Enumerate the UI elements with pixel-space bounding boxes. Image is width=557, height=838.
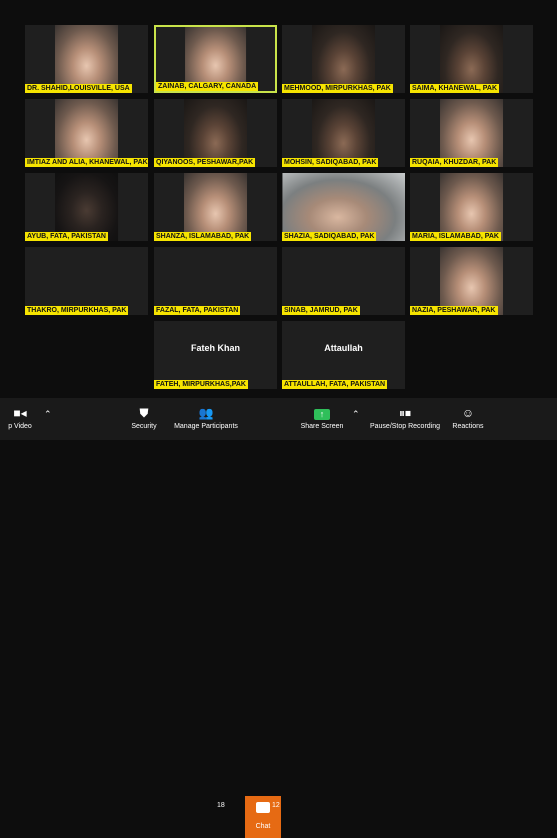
participant-name-label: AYUB, FATA, PAKISTAN [25,232,108,241]
participant-tile[interactable]: MEHMOOD, MIRPURKHAS, PAK [282,25,405,93]
participant-name-label: MOHSIN, SADIQABAD, PAK [282,158,379,167]
manage-participants-label: Manage Participants [174,423,238,430]
participant-name-label: NAZIA, PESHAWAR, PAK [410,306,498,315]
participant-name-label: ATTAULLAH, FATA, PAKISTAN [282,380,388,389]
share-screen-button[interactable]: ↑ Share Screen [294,398,350,440]
smiley-plus-icon: ☺ [461,406,475,420]
participant-tile[interactable]: MOHSIN, SADIQABAD, PAK [282,99,405,167]
video-camera-icon: ■◂ [13,406,27,420]
participant-tile[interactable]: MARIA, ISLAMABAD, PAK [410,173,533,241]
participant-tile[interactable]: DR. SHAHID,LOUISVILLE, USA [25,25,148,93]
participant-tile[interactable]: QIYANOOS, PESHAWAR,PAK [154,99,277,167]
participant-tile[interactable]: IMTIAZ AND ALIA, KHANEWAL, PAK [25,99,148,167]
share-screen-label: Share Screen [300,423,344,430]
share-screen-icon: ↑ [294,406,350,420]
participant-name-label: FAZAL, FATA, PAKISTAN [154,306,241,315]
participant-display-name: Fateh Khan [190,343,240,353]
participant-name-label: MARIA, ISLAMABAD, PAK [410,232,501,241]
participant-name-label: FATEH, MIRPURKHAS,PAK [154,380,248,389]
pause-stop-icon: ⏸⏹ [398,406,411,420]
manage-participants-button[interactable]: 👥 Manage Participants [170,398,242,440]
participant-name-label: SINAB, JAMRUD, PAK [282,306,360,315]
security-label: Security [131,423,157,430]
participant-display-name: Attaullah [324,343,363,353]
reactions-button[interactable]: ☺ Reactions [448,398,488,440]
participant-tile[interactable]: AYUB, FATA, PAKISTAN [25,173,148,241]
participant-name-label: ZAINAB, CALGARY, CANADA [156,82,259,91]
participant-tile[interactable]: SHANZA, ISLAMABAD, PAK [154,173,277,241]
chat-count-badge: 12 [272,802,280,809]
participant-tile[interactable]: Attaullah ATTAULLAH, FATA, PAKISTAN [282,321,405,389]
meeting-toolbar: ■◂ p Video ⌃ ⛊ Security 👥 Manage Partici… [0,398,557,838]
shield-icon: ⛊ [139,406,149,420]
participant-name-label: SHAZIA, SADIQABAD, PAK [282,232,377,241]
video-options-caret-icon[interactable]: ⌃ [44,409,52,420]
participant-tile[interactable]: SAIMA, KHANEWAL, PAK [410,25,533,93]
participant-name-label: SHANZA, ISLAMABAD, PAK [154,232,252,241]
participant-tile[interactable]: THAKRO, MIRPURKHAS, PAK [25,247,148,315]
pause-stop-recording-button[interactable]: ⏸⏹ Pause/Stop Recording [366,398,444,440]
stop-video-button[interactable]: ■◂ p Video [0,398,40,440]
participant-tile-active-speaker[interactable]: ZAINAB, CALGARY, CANADA [154,25,277,93]
share-options-caret-icon[interactable]: ⌃ [352,409,360,420]
participant-name-label: DR. SHAHID,LOUISVILLE, USA [25,84,132,93]
participant-name-label: IMTIAZ AND ALIA, KHANEWAL, PAK [25,158,148,167]
participant-tile[interactable]: SINAB, JAMRUD, PAK [282,247,405,315]
participant-tile[interactable]: Fateh Khan FATEH, MIRPURKHAS,PAK [154,321,277,389]
video-grid: DR. SHAHID,LOUISVILLE, USA ZAINAB, CALGA… [0,0,557,398]
participants-count-badge: 18 [217,802,225,809]
participant-name-label: THAKRO, MIRPURKHAS, PAK [25,306,129,315]
chat-button[interactable]: 12 Chat [245,796,281,838]
security-button[interactable]: ⛊ Security [124,398,164,440]
participant-tile[interactable]: SHAZIA, SADIQABAD, PAK [282,173,405,241]
stop-video-label: p Video [8,423,32,430]
chat-bubble-icon [256,802,270,813]
chat-label: Chat [255,823,271,830]
participants-icon: 👥 [198,406,214,420]
participant-name-label: MEHMOOD, MIRPURKHAS, PAK [282,84,393,93]
participant-name-label: RUQAIA, KHUZDAR, PAK [410,158,499,167]
participant-tile[interactable]: FAZAL, FATA, PAKISTAN [154,247,277,315]
pause-stop-recording-label: Pause/Stop Recording [369,423,441,430]
participant-tile[interactable]: RUQAIA, KHUZDAR, PAK [410,99,533,167]
participant-name-label: SAIMA, KHANEWAL, PAK [410,84,500,93]
participant-tile[interactable]: NAZIA, PESHAWAR, PAK [410,247,533,315]
reactions-label: Reactions [452,423,484,430]
participant-name-label: QIYANOOS, PESHAWAR,PAK [154,158,256,167]
